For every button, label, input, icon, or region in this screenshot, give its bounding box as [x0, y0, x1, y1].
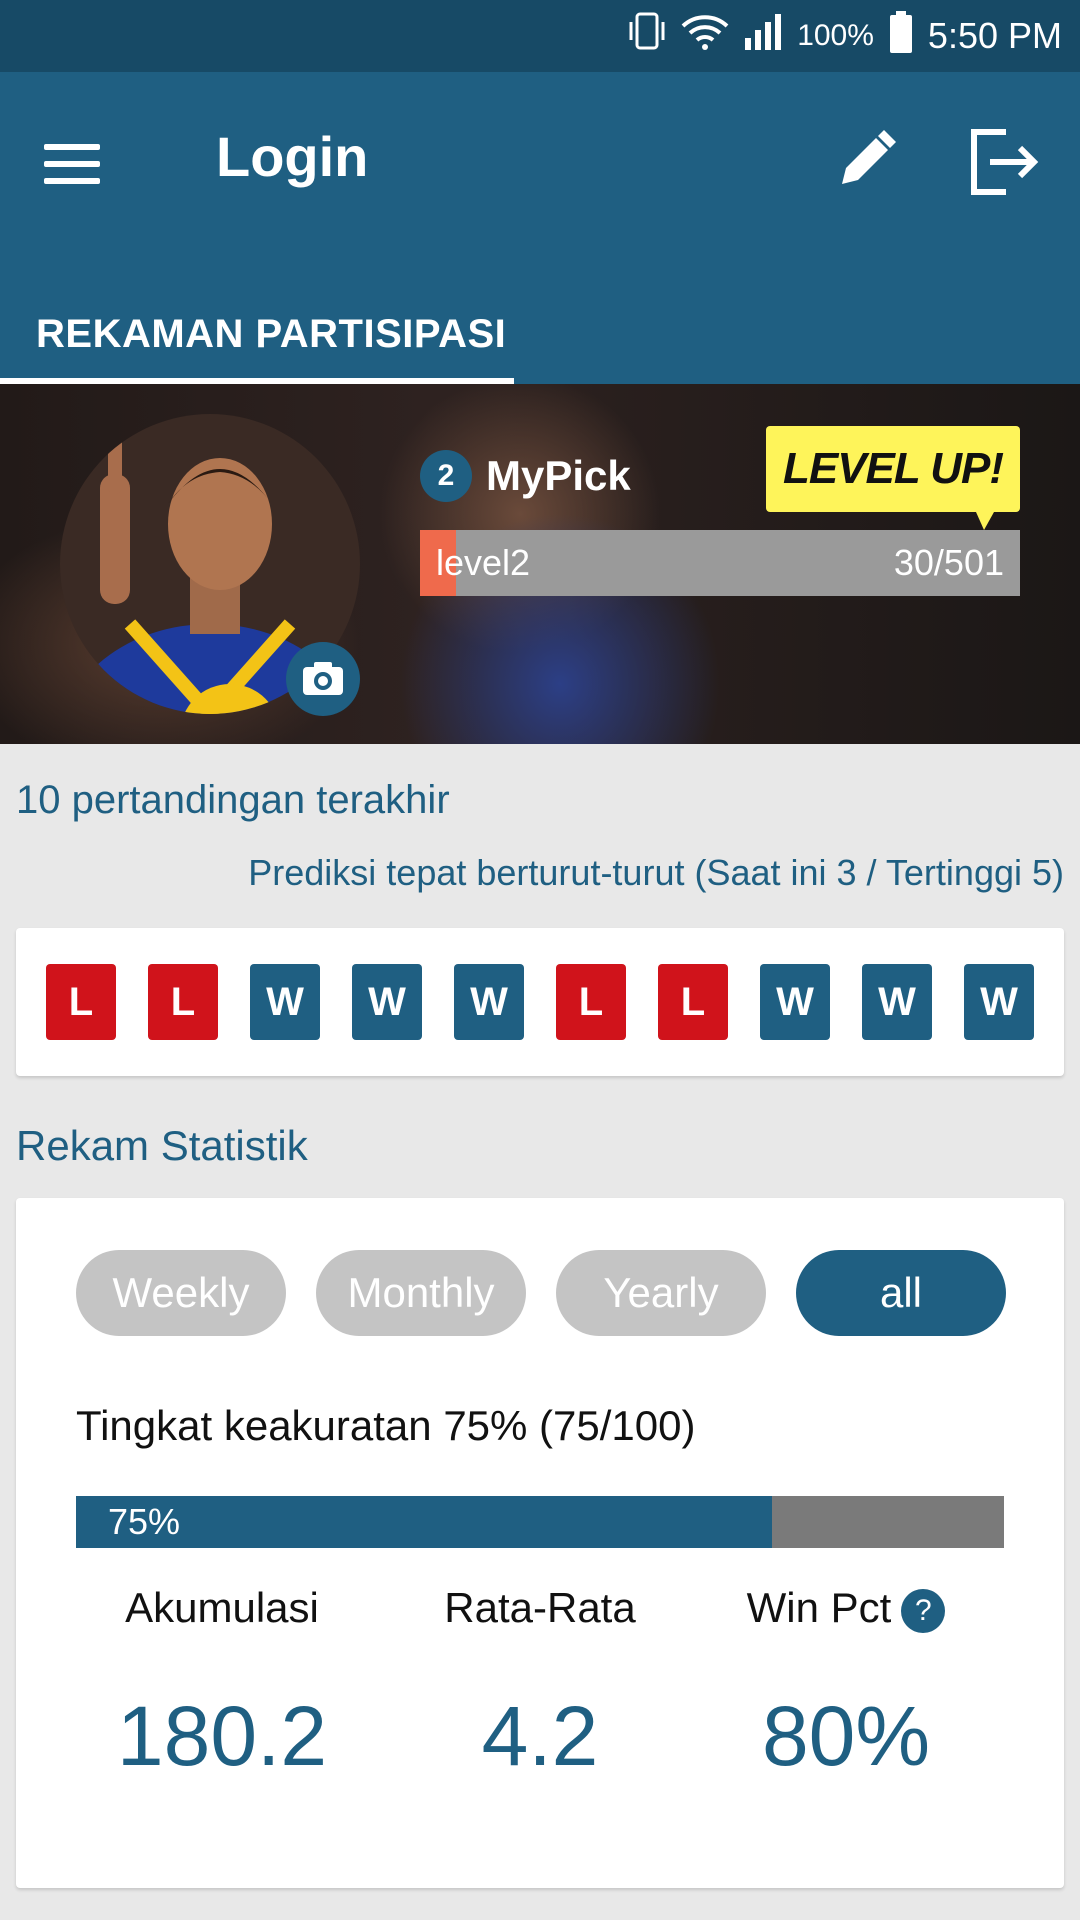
hamburger-menu-icon[interactable] — [40, 132, 104, 196]
battery-percent: 100% — [797, 19, 874, 52]
result-tile: L — [148, 964, 218, 1040]
stats-title: Rekam Statistik — [16, 1122, 308, 1169]
results-card: LLWWWLLWWW — [16, 928, 1064, 1076]
metric-value-akumulasi: 180.2 — [116, 1689, 328, 1783]
recent-matches-title: 10 pertandingan terakhir — [16, 778, 450, 822]
period-all-button[interactable]: all — [796, 1250, 1006, 1336]
level-up-banner: LEVEL UP! — [766, 426, 1020, 530]
accuracy-bar-text: 75% — [108, 1501, 181, 1542]
accuracy-bar-fill — [76, 1496, 772, 1548]
result-tile: W — [454, 964, 524, 1040]
clock: 5:50 PM — [927, 15, 1062, 56]
question-icon[interactable]: ? — [901, 1588, 946, 1633]
accuracy-bar: 75% — [76, 1496, 1004, 1548]
result-tile: W — [964, 964, 1034, 1040]
app-bar: Login REKAMAN PARTISIPASI — [0, 72, 1080, 384]
stats-card: Weekly Monthly Yearly all Tingkat keakur… — [16, 1198, 1064, 1888]
level-score: 30/501 — [893, 542, 1004, 583]
wifi-icon — [681, 12, 729, 61]
period-weekly-button[interactable]: Weekly — [76, 1250, 286, 1336]
tab-rekaman-partisipasi[interactable]: REKAMAN PARTISIPASI — [0, 272, 514, 384]
signal-icon — [743, 12, 783, 61]
logout-icon[interactable] — [966, 124, 1046, 200]
result-tile: W — [250, 964, 320, 1040]
level-name: level2 — [436, 542, 531, 583]
pencil-icon[interactable] — [830, 126, 900, 196]
camera-icon[interactable] — [286, 642, 360, 716]
period-yearly-button[interactable]: Yearly — [556, 1250, 766, 1336]
result-tile: L — [556, 964, 626, 1040]
battery-icon — [888, 10, 914, 63]
metric-value-rata-rata: 4.2 — [481, 1689, 599, 1783]
metric-label-win-pct: Win Pct? — [696, 1584, 996, 1633]
result-tile: W — [760, 964, 830, 1040]
level-badge: 2 — [420, 450, 472, 502]
status-icons: 100% 5:50 PM — [627, 0, 1062, 72]
username: MyPick — [486, 452, 631, 499]
result-tile: L — [658, 964, 728, 1040]
level-up-text: LEVEL UP! — [782, 444, 1004, 493]
win-pct-label: Win Pct — [746, 1584, 892, 1631]
metric-value-win-pct: 80% — [761, 1689, 931, 1783]
status-bar: 100% 5:50 PM — [0, 0, 1080, 72]
level-progress-bar: level2 30/501 — [420, 530, 1020, 596]
metric-label-rata-rata: Rata-Rata — [444, 1584, 636, 1631]
streak-text: Prediksi tepat berturut-turut (Saat ini … — [248, 852, 1064, 893]
result-tile: L — [46, 964, 116, 1040]
profile-header: 2 MyPick LEVEL UP! level2 30/501 — [0, 384, 1080, 744]
period-monthly-button[interactable]: Monthly — [316, 1250, 526, 1336]
result-tile: W — [862, 964, 932, 1040]
page-title: Login — [216, 125, 369, 188]
accuracy-label: Tingkat keakuratan 75% (75/100) — [76, 1402, 696, 1449]
metric-label-akumulasi: Akumulasi — [125, 1584, 319, 1631]
result-tile: W — [352, 964, 422, 1040]
vibrate-icon — [627, 10, 667, 63]
tab-label: REKAMAN PARTISIPASI — [36, 312, 507, 356]
